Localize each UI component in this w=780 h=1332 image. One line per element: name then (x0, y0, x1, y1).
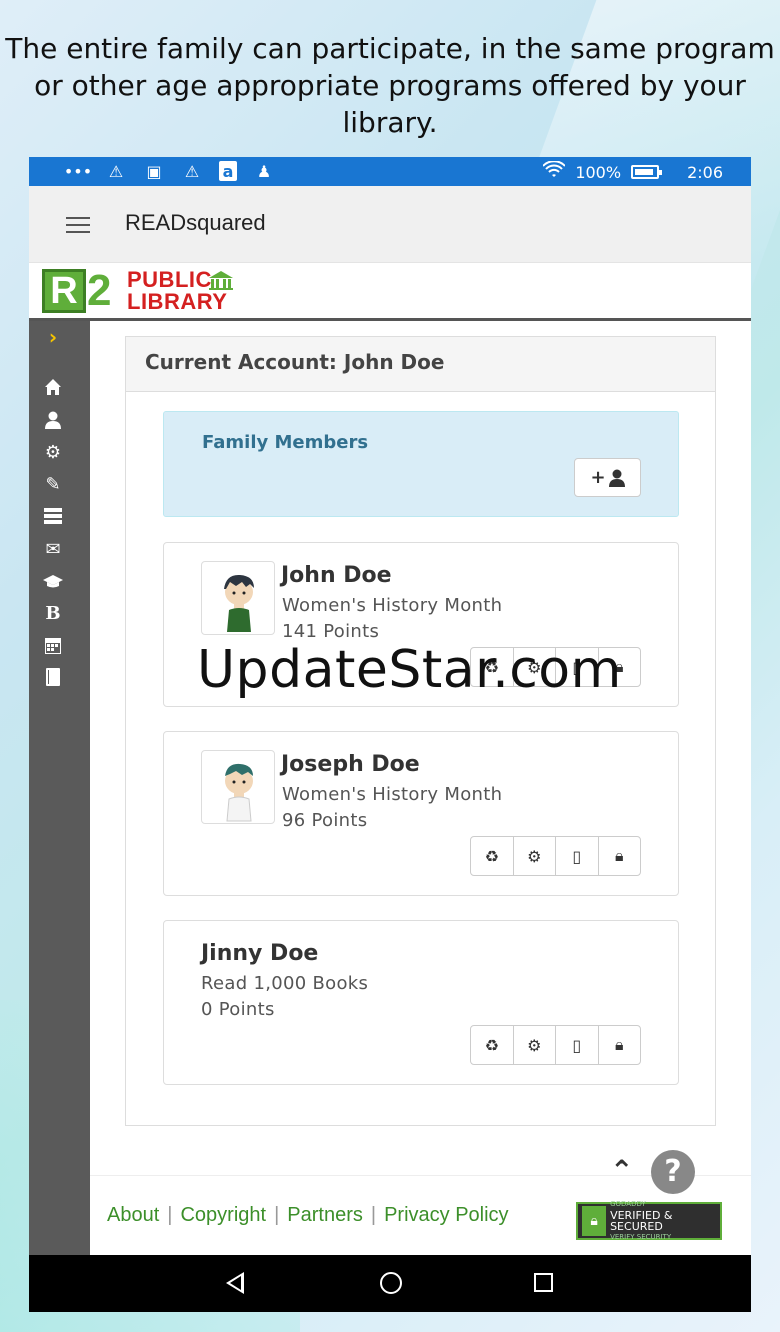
divider: | (370, 1204, 377, 1226)
member-program: Read 1,000 Books (201, 973, 369, 994)
list-icon[interactable] (43, 506, 63, 526)
help-icon[interactable]: ? (651, 1150, 695, 1194)
device-screen: ••• ⚠ ▣ ⚠ a ♟ 100% 2:06 READsquared R2 P… (29, 157, 751, 1312)
privacy-policy-link[interactable]: Privacy Policy (384, 1204, 508, 1227)
settings-button[interactable]: ⚙ (514, 837, 556, 875)
chevron-right-icon[interactable]: › (43, 325, 63, 349)
user-icon[interactable] (43, 410, 63, 430)
clock: 2:06 (687, 162, 723, 182)
badge-b-icon[interactable]: B (43, 603, 63, 624)
lock-button[interactable]: 🔒︎ (599, 837, 641, 875)
gear-icon: ⚙ (527, 846, 542, 866)
r2-logo[interactable]: R2 (42, 269, 111, 313)
lock-icon: 🔒︎ (582, 1206, 607, 1236)
scroll-top-icon[interactable]: ⌃ (610, 1154, 633, 1187)
avatar (201, 561, 275, 635)
graduation-cap-icon[interactable] (43, 571, 63, 591)
logo-header: R2 PUBLIC LIBRARY (29, 263, 751, 321)
gear-icon[interactable]: ⚙ (43, 442, 63, 463)
mobile-icon: ▯ (572, 846, 582, 866)
member-actions: ♻ ⚙ ▯ 🔒︎ (470, 836, 641, 876)
calendar-icon[interactable] (43, 635, 63, 655)
footer-links: About | Copyright | Partners | Privacy P… (107, 1204, 509, 1227)
divider: | (274, 1204, 280, 1226)
lock-icon: 🔒︎ (614, 846, 624, 865)
partners-link[interactable]: Partners (287, 1204, 363, 1227)
divider: | (167, 1204, 173, 1226)
family-members-title: Family Members (202, 432, 369, 453)
member-points: 141 Points (282, 621, 380, 642)
image-icon: ▣ (146, 161, 162, 181)
gear-icon: ⚙ (527, 1035, 542, 1055)
watermark: UpdateStar.com (197, 640, 622, 700)
godaddy-badge[interactable]: 🔒︎ GODADDY VERIFIED & SECURED VERIFY SEC… (576, 1200, 722, 1241)
sidebar: › ⚙ ✎ ✉ B (29, 321, 90, 1255)
book-icon[interactable] (43, 667, 63, 687)
warning-icon: ⚠ (184, 161, 200, 181)
member-program: Women's History Month (282, 784, 503, 805)
warning-icon: ⚠ (108, 161, 124, 181)
recycle-button[interactable]: ♻ (471, 1026, 514, 1064)
about-link[interactable]: About (107, 1204, 159, 1227)
android-icon: ♟ (256, 161, 272, 181)
lock-icon: 🔒︎ (614, 1035, 624, 1054)
member-name: Joseph Doe (281, 752, 420, 777)
member-actions: ♻ ⚙ ▯ 🔒︎ (470, 1025, 641, 1065)
recycle-icon: ♻ (484, 846, 499, 866)
member-program: Women's History Month (282, 595, 503, 616)
plus-icon: + (590, 467, 606, 488)
home-button-icon[interactable] (380, 1272, 402, 1294)
recent-apps-icon[interactable] (534, 1273, 553, 1292)
avatar (201, 750, 275, 824)
promo-caption: The entire family can participate, in th… (5, 32, 775, 139)
member-points: 0 Points (201, 999, 275, 1020)
family-members-box: Family Members + (163, 411, 679, 517)
back-icon-inner (230, 1276, 241, 1290)
panel-title: Current Account: John Doe (126, 337, 715, 392)
footer: ⌃ ? About | Copyright | Partners | Priva… (90, 1150, 751, 1255)
app-title: READsquared (125, 210, 266, 235)
copyright-link[interactable]: Copyright (180, 1204, 266, 1227)
wifi-icon (542, 160, 567, 183)
device-button[interactable]: ▯ (556, 837, 599, 875)
pencil-icon[interactable]: ✎ (43, 474, 63, 495)
library-building-icon (209, 271, 233, 290)
settings-button[interactable]: ⚙ (514, 1026, 556, 1064)
battery-percent: 100% (575, 162, 622, 182)
more-icon: ••• (63, 161, 93, 181)
mobile-icon: ▯ (572, 1035, 582, 1055)
recycle-button[interactable]: ♻ (471, 837, 514, 875)
lock-button[interactable]: 🔒︎ (599, 1026, 641, 1064)
main-content: Current Account: John Doe Family Members… (90, 321, 751, 1255)
member-name: Jinny Doe (201, 941, 319, 966)
recycle-icon: ♻ (484, 1035, 499, 1055)
member-card: Joseph Doe Women's History Month 96 Poin… (163, 731, 679, 896)
device-button[interactable]: ▯ (556, 1026, 599, 1064)
member-points: 96 Points (282, 810, 368, 831)
mail-icon[interactable]: ✉ (43, 539, 63, 560)
member-card: Jinny Doe Read 1,000 Books 0 Points ♻ ⚙ … (163, 920, 679, 1085)
member-name: John Doe (281, 563, 392, 588)
add-member-button[interactable]: + (574, 458, 641, 497)
amazon-icon: a (219, 161, 237, 181)
android-nav-bar (29, 1255, 751, 1312)
home-icon[interactable] (43, 377, 63, 397)
app-bar: READsquared (29, 186, 751, 263)
menu-icon[interactable] (66, 217, 90, 233)
account-panel: Current Account: John Doe Family Members… (125, 336, 716, 1126)
battery-icon (631, 165, 663, 179)
user-icon (608, 469, 625, 487)
status-bar: ••• ⚠ ▣ ⚠ a ♟ 100% 2:06 (29, 157, 751, 186)
